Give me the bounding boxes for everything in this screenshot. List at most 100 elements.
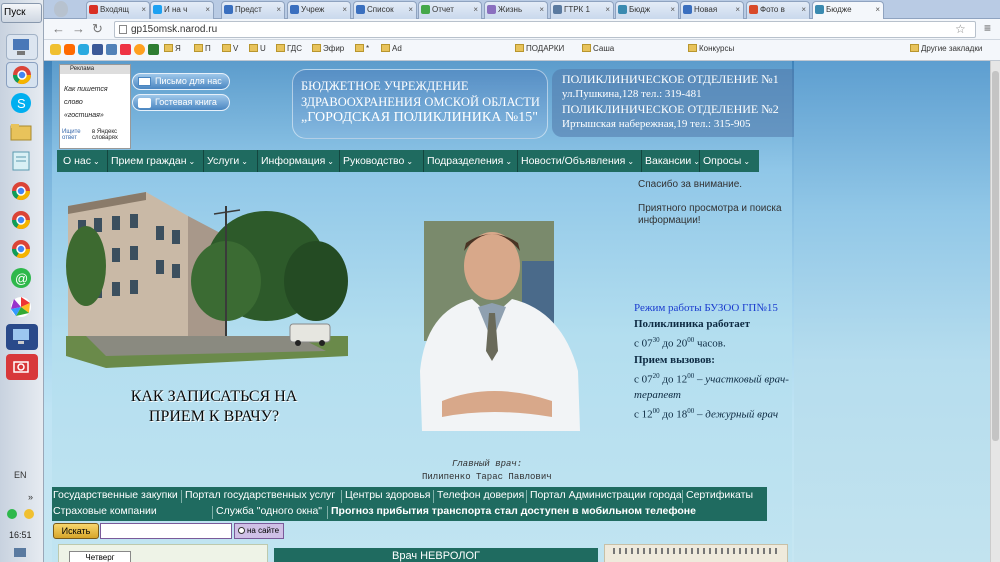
chrome-icon-4[interactable] <box>6 237 38 263</box>
notepad-icon[interactable] <box>6 149 38 175</box>
tab-7[interactable]: Жизнь × <box>484 1 548 19</box>
nav-item[interactable]: Новости/Объявления ⌄ <box>521 150 634 172</box>
language-indicator[interactable]: EN <box>14 470 27 480</box>
bm-icon-2[interactable] <box>64 44 75 55</box>
bookmark-item[interactable]: U <box>249 44 266 53</box>
nav-item[interactable]: Руководство ⌄ <box>343 150 413 172</box>
tab-12[interactable]: Бюдже × <box>812 1 884 19</box>
bookmark-star-icon[interactable]: ☆ <box>955 22 966 37</box>
url-input[interactable]: gp15omsk.narod.ru ☆ <box>114 21 976 38</box>
chrome-icon-3[interactable] <box>6 208 38 234</box>
footer-link[interactable]: Портал Администрации города <box>530 489 682 501</box>
bm-icon-3[interactable] <box>78 44 89 55</box>
tray-notify-icon[interactable] <box>24 509 34 519</box>
tab-close-icon[interactable]: × <box>605 2 610 18</box>
scroll-thumb[interactable] <box>992 71 999 441</box>
tab-close-icon[interactable]: × <box>141 2 146 18</box>
tab-11[interactable]: Фото в × <box>746 1 810 19</box>
footer-link[interactable]: Прогноз прибытия транспорта стал доступе… <box>331 505 696 517</box>
tray-status-icon[interactable] <box>7 509 17 519</box>
search-scope-radio[interactable]: на сайте <box>234 523 284 539</box>
tab-close-icon[interactable]: × <box>539 2 544 18</box>
guestbook-button[interactable]: Гостевая книга <box>132 94 230 111</box>
picasa-icon[interactable] <box>6 295 38 321</box>
letter-button[interactable]: Письмо для нас <box>132 73 230 90</box>
nav-item[interactable]: Опросы ⌄ <box>703 150 750 172</box>
chrome-icon-2[interactable] <box>6 179 38 205</box>
show-desktop-icon[interactable] <box>14 548 26 557</box>
ad-find[interactable]: Ищите ответ <box>62 129 88 141</box>
tab-9[interactable]: Бюдж × <box>615 1 679 19</box>
bookmark-item[interactable]: Я <box>164 44 181 53</box>
start-button[interactable]: Пуск <box>1 3 42 23</box>
nav-item[interactable]: Информация ⌄ <box>261 150 334 172</box>
bookmark-item[interactable]: Ad <box>381 44 402 53</box>
clock[interactable]: 16:51 <box>9 530 32 540</box>
nav-item[interactable]: Вакансии ⌄ <box>645 150 700 172</box>
computer-icon[interactable] <box>6 34 38 60</box>
reload-icon[interactable]: ↻ <box>92 21 103 37</box>
neurologist-heading[interactable]: Врач НЕВРОЛОГ <box>274 548 598 562</box>
tab-close-icon[interactable]: × <box>276 2 281 18</box>
bookmark-item[interactable]: Другие закладки <box>910 44 982 53</box>
tab-close-icon[interactable]: × <box>670 2 675 18</box>
bookmark-item[interactable]: Саша <box>582 44 614 53</box>
bookmark-item[interactable]: П <box>194 44 211 53</box>
folder-icon[interactable] <box>6 120 38 146</box>
tab-close-icon[interactable]: × <box>205 2 210 18</box>
tab-8[interactable]: ГТРК 1 × <box>550 1 614 19</box>
tab-close-icon[interactable]: × <box>473 2 478 18</box>
camera-icon[interactable] <box>6 354 38 380</box>
yandex-ad[interactable]: Реклама Как пишется слово «гостиная» Ищи… <box>59 64 131 149</box>
bookmark-item[interactable]: ГДС <box>276 44 302 53</box>
bm-icon-7[interactable] <box>134 44 145 55</box>
mail-agent-icon[interactable]: @ <box>6 266 38 292</box>
tab-6[interactable]: Отчет × <box>418 1 482 19</box>
bookmark-item[interactable]: ПОДАРКИ <box>515 44 564 53</box>
tab-1[interactable]: Входящ × <box>86 1 150 19</box>
footer-link[interactable]: Государственные закупки <box>53 489 178 501</box>
footer-link[interactable]: Служба "одного окна" <box>216 505 322 517</box>
nav-item[interactable]: Прием граждан ⌄ <box>111 150 195 172</box>
nav-item[interactable]: Подразделения ⌄ <box>427 150 512 172</box>
back-icon[interactable]: ← <box>52 21 65 36</box>
nav-item[interactable]: Услуги ⌄ <box>207 150 248 172</box>
ad-yandex[interactable]: в Яндекс словарях <box>92 129 132 141</box>
menu-icon[interactable]: ≡ <box>984 21 991 35</box>
footer-link[interactable]: Портал государственных услуг <box>185 489 335 501</box>
nav-item[interactable]: О нас ⌄ <box>63 150 100 172</box>
facebook-icon[interactable] <box>92 44 103 55</box>
tab-close-icon[interactable]: × <box>801 2 806 18</box>
footer-link[interactable]: Сертификаты <box>686 489 753 501</box>
bm-icon-1[interactable] <box>50 44 61 55</box>
tray-expand-icon[interactable]: » <box>28 492 33 502</box>
tab-5[interactable]: Список × <box>353 1 417 19</box>
display-icon[interactable] <box>6 324 38 350</box>
tab-close-icon[interactable]: × <box>342 2 347 18</box>
hours-title[interactable]: Режим работы БУЗОО ГП№15 <box>634 300 792 316</box>
bookmark-item[interactable]: Эфир <box>312 44 344 53</box>
tab-3[interactable]: Предст × <box>221 1 285 19</box>
tab-close-icon[interactable]: × <box>735 2 740 18</box>
chrome-icon[interactable] <box>6 62 38 88</box>
search-input[interactable] <box>100 523 232 539</box>
footer-link[interactable]: Центры здоровья <box>345 489 430 501</box>
page-scrollbar[interactable] <box>990 61 1000 562</box>
bm-icon-5[interactable] <box>106 44 117 55</box>
bm-icon-6[interactable] <box>120 44 131 55</box>
bookmark-item[interactable]: * <box>355 44 369 53</box>
skype-icon[interactable]: S <box>6 91 38 117</box>
footer-link[interactable]: Телефон доверия <box>437 489 524 501</box>
tab-2[interactable]: И на ч × <box>150 1 214 19</box>
tab-10[interactable]: Новая × <box>680 1 744 19</box>
forward-icon[interactable]: → <box>72 21 85 36</box>
footer-link[interactable]: Страховые компании <box>53 505 157 517</box>
bookmark-item[interactable]: Конкурсы <box>688 44 734 53</box>
tab-close-icon[interactable]: × <box>408 2 413 18</box>
tab-4[interactable]: Учреж × <box>287 1 351 19</box>
bm-icon-8[interactable] <box>148 44 159 55</box>
tab-close-icon[interactable]: × <box>875 2 880 18</box>
thursday-tab[interactable]: Четверг <box>69 551 131 562</box>
bookmark-item[interactable]: V <box>222 44 238 53</box>
appointment-link[interactable]: КАК ЗАПИСАТЬСЯ НА ПРИЕМ К ВРАЧУ? <box>114 387 314 427</box>
